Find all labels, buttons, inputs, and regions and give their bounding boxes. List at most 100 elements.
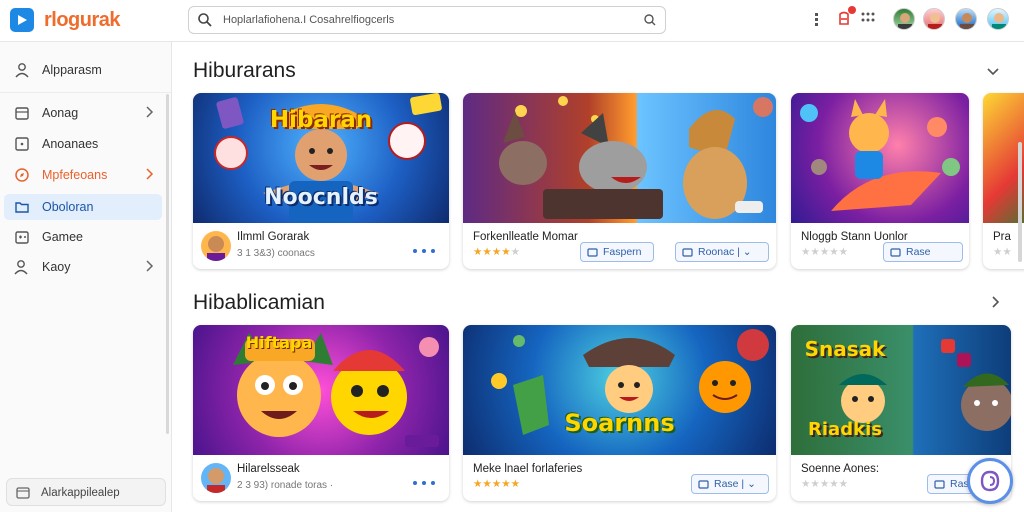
game-card[interactable]: Hiftapa Hilarelsseak 2 3 93) ronade tora… (193, 325, 449, 501)
square-icon (14, 136, 30, 152)
card-action-button[interactable]: Rase | ⌄ (691, 474, 769, 494)
square-icon (682, 247, 693, 261)
game-card[interactable]: Nloggb Stann Uonlor ★★★★★ Rase (791, 93, 969, 269)
more-options-icon[interactable] (411, 475, 439, 493)
card-art-title: Soarnns (564, 409, 675, 437)
sidebar-item-label: Anoanaes (42, 137, 99, 151)
sidebar-item-label: Oboloran (42, 200, 94, 214)
more-vert-icon[interactable] (812, 10, 822, 33)
avatar[interactable] (955, 8, 977, 30)
compass-icon (14, 167, 30, 183)
avatar[interactable] (893, 8, 915, 30)
section-title: Hiburarans (193, 59, 296, 82)
apps-grid-icon[interactable] (860, 10, 876, 31)
sidebar-bottom-label: Alarkappilealep (41, 487, 120, 499)
card-action-button[interactable]: Rase (883, 242, 963, 262)
rating-stars: ★★★★★ (801, 246, 849, 258)
square-icon (934, 479, 945, 493)
card-art-title: Noocnlds (264, 185, 378, 210)
main-content: Hiburarans Hibaran Noocnlds Ilmml Gorara… (173, 42, 1024, 512)
sidebar-item-account[interactable]: Alpparasm (4, 57, 162, 83)
assistant-button[interactable] (967, 458, 1013, 504)
square-icon (698, 479, 709, 493)
top-bar: rlogurak Hoplarlafiohena.I Cosahrelfiogc… (0, 0, 1024, 42)
card-art-title: Hibaran (269, 107, 373, 133)
rating-stars: ★★★★★ (801, 478, 849, 490)
sidebar: Alpparasm Aonag Anoanaes Mpfefeoans Obol… (0, 42, 172, 512)
rating-stars: ★★★★★ (473, 478, 521, 490)
chevron-right-icon[interactable] (990, 295, 1000, 314)
sidebar-item-label: Alpparasm (42, 63, 102, 77)
avatar[interactable] (987, 8, 1009, 30)
card-secondary-button[interactable]: Roonac | ⌄ (675, 242, 769, 262)
game-card[interactable]: Soarnns Meke lnael forlaferies ★★★★★ Ras… (463, 325, 776, 501)
sidebar-item-kaoy[interactable]: Kaoy (4, 254, 162, 280)
card-thumbnail (201, 231, 231, 261)
card-artwork: Hibaran Noocnlds (193, 93, 449, 223)
search-bar[interactable]: Hoplarlafiohena.I Cosahrelfiogcerls (188, 6, 666, 34)
square-icon (587, 247, 598, 261)
card-title[interactable]: Hilarelsseak (237, 463, 300, 475)
card-art-title: Snasak (804, 337, 886, 361)
settings-icon (15, 485, 31, 506)
game-card[interactable]: Hibaran Noocnlds Ilmml Gorarak 3 1 3&3) … (193, 93, 449, 269)
chevron-down-icon[interactable] (986, 64, 1000, 82)
card-title[interactable]: Soenne Aones: (801, 463, 879, 475)
sidebar-item-oboloran[interactable]: Oboloran (4, 194, 162, 220)
calendar-icon (14, 105, 30, 121)
card-art-title: Riadkis (808, 419, 882, 440)
main-scrollbar[interactable] (1018, 142, 1022, 262)
rating-stars: ★★★★★ (473, 246, 521, 258)
sidebar-item-anoanaes[interactable]: Anoanaes (4, 131, 162, 157)
logo-icon[interactable] (10, 8, 34, 32)
divider (0, 92, 172, 93)
sidebar-item-mpfefeoans[interactable]: Mpfefeoans (4, 162, 162, 188)
search-input[interactable]: Hoplarlafiohena.I Cosahrelfiogcerls (223, 14, 394, 26)
card-action-label: Rase | ⌄ (714, 478, 756, 490)
more-options-icon[interactable] (411, 243, 439, 261)
card-subtitle: 3 1 3&3) coonacs (237, 248, 315, 259)
card-artwork: Snasak Riadkis (791, 325, 1011, 455)
card-title[interactable]: Pra (993, 231, 1011, 243)
sidebar-item-label: Mpfefeoans (42, 168, 108, 182)
rating-stars: ★★ (993, 246, 1012, 258)
card-action-button[interactable]: Faspern (580, 242, 654, 262)
sidebar-bottom-button[interactable]: Alarkappilealep (6, 478, 166, 506)
sidebar-item-gamee[interactable]: Gamee (4, 224, 162, 250)
card-artwork (463, 93, 776, 223)
camera-icon[interactable] (643, 13, 657, 32)
card-thumbnail (201, 463, 231, 493)
game-card[interactable]: Forkenlleatle Momar ★★★★★ Faspern Roonac… (463, 93, 776, 269)
gamepad-icon (14, 229, 30, 245)
sidebar-item-aonag[interactable]: Aonag (4, 100, 162, 126)
card-art-title: Hiftapa (245, 333, 313, 352)
app-name[interactable]: rlogurak (44, 9, 121, 32)
sidebar-scrollbar[interactable] (166, 94, 169, 434)
card-action-label: Faspern (603, 246, 642, 258)
card-artwork: Hiftapa (193, 325, 449, 455)
chevron-right-icon (144, 105, 154, 124)
section-title: Hibablicamian (193, 291, 325, 314)
card-action-label: Ras (950, 478, 969, 490)
square-icon (890, 247, 901, 261)
card-title[interactable]: Meke lnael forlaferies (473, 463, 582, 475)
sidebar-item-label: Aonag (42, 106, 79, 120)
sidebar-item-label: Kaoy (42, 260, 71, 274)
sidebar-item-label: Gamee (42, 230, 83, 244)
card-artwork: Soarnns (463, 325, 776, 455)
card-subtitle: 2 3 93) ronade toras · (237, 480, 334, 491)
search-icon (197, 12, 213, 33)
assistant-icon (980, 470, 1000, 492)
avatar[interactable] (923, 8, 945, 30)
card-action-label: Roonac | ⌄ (698, 246, 752, 258)
folder-icon (14, 199, 30, 215)
card-title[interactable]: Forkenlleatle Momar (473, 231, 578, 243)
user-icon (14, 259, 30, 275)
card-title[interactable]: Ilmml Gorarak (237, 231, 309, 243)
card-action-label: Rase (906, 246, 931, 258)
chevron-right-icon (144, 167, 154, 186)
user-icon (14, 62, 30, 78)
chevron-right-icon (144, 259, 154, 278)
notification-badge (848, 6, 856, 14)
card-artwork (791, 93, 969, 223)
